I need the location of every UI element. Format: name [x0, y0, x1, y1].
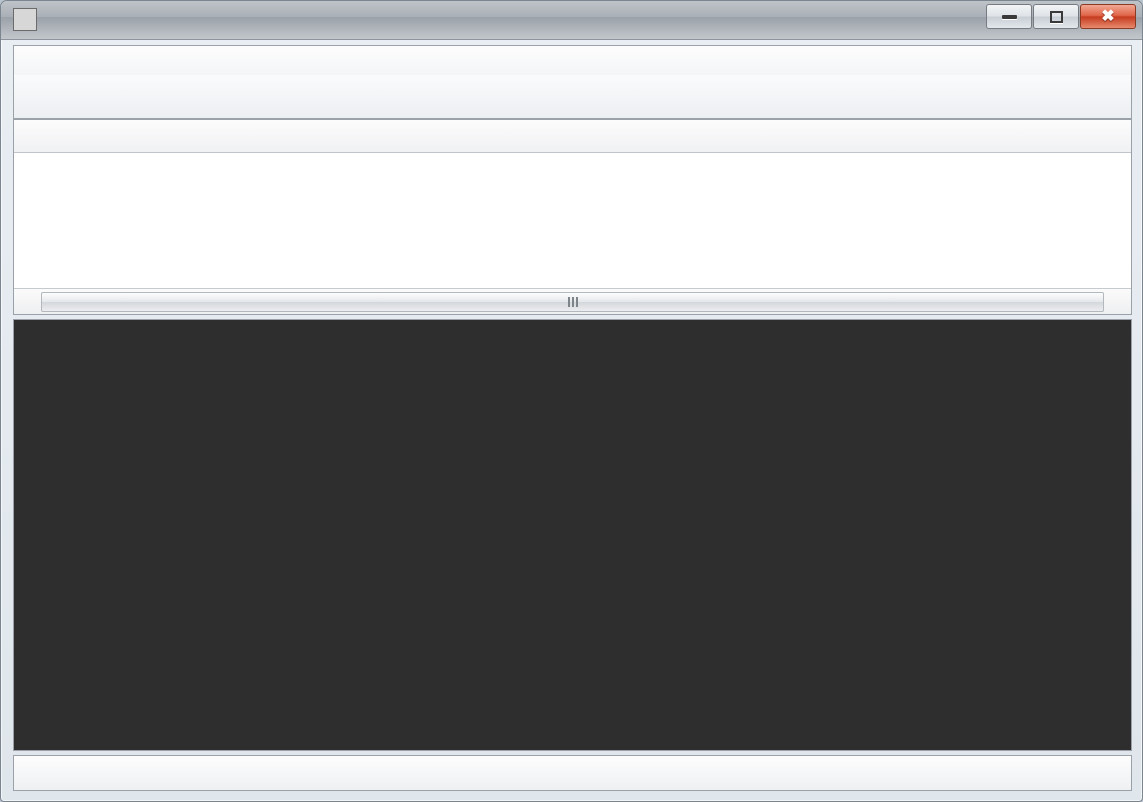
- disk-map-canvas[interactable]: [14, 320, 1131, 750]
- defrag-blocks-icon: [13, 8, 37, 31]
- close-button[interactable]: ✖: [1080, 4, 1136, 29]
- defrag-window: ✖: [0, 0, 1143, 802]
- title-bar: ✖: [1, 1, 1143, 40]
- drive-list: [13, 119, 1132, 315]
- scroll-right-arrow[interactable]: [1105, 290, 1131, 314]
- toolbar: [13, 75, 1132, 119]
- scroll-thumb[interactable]: [41, 292, 1104, 312]
- scroll-grip-icon: [568, 297, 578, 307]
- window-controls: ✖: [985, 4, 1136, 33]
- drive-list-header: [14, 120, 1131, 153]
- menu-bar: [13, 45, 1132, 75]
- close-icon: ✖: [1101, 9, 1114, 25]
- disk-map[interactable]: [13, 319, 1132, 751]
- status-bar: [13, 755, 1132, 791]
- maximize-button[interactable]: [1033, 4, 1079, 29]
- scroll-left-arrow[interactable]: [14, 290, 40, 314]
- maximize-icon: [1050, 11, 1063, 23]
- minimize-icon: [1002, 15, 1017, 19]
- minimize-button[interactable]: [986, 4, 1032, 29]
- drive-list-hscrollbar[interactable]: [14, 288, 1131, 314]
